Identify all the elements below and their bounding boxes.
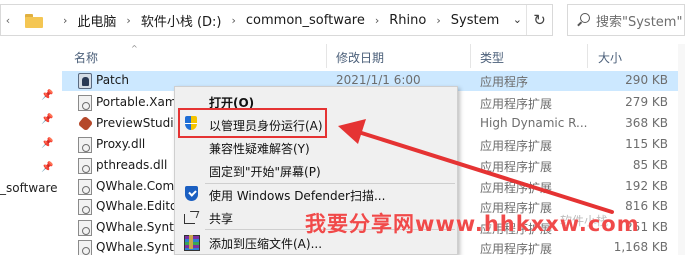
winrar-icon [183,234,200,251]
address-dropdown-icon[interactable]: ⌄ [513,13,522,26]
dll-icon [78,220,92,236]
address-bar[interactable]: ‹ › 此电脑 › 软件小栈 (D:) › common_software › … [0,4,553,36]
menu-item-defender-scan[interactable]: 使用 Windows Defender扫描... [175,183,457,205]
chevron-right-icon[interactable]: › [232,14,236,27]
file-type: 应用程序扩展 [480,160,553,174]
chevron-right-icon[interactable]: › [375,14,379,27]
file-name: QWhale.Edito [96,199,176,213]
file-name: pthreads.dll [96,158,168,172]
search-input[interactable]: 搜索"System" [567,4,685,36]
file-name: QWhale.Synta [96,240,176,254]
file-type: 应用程序扩展 [480,139,553,153]
share-icon [183,209,199,225]
file-size: 279 KB [625,95,668,109]
nav-item-common-software[interactable]: _software [0,181,58,195]
refresh-icon[interactable]: ↻ [526,5,552,35]
sort-caret-icon: ^ [131,44,138,53]
column-divider[interactable] [326,44,327,68]
pin-icon[interactable]: 📌 [41,90,53,102]
breadcrumb-item-common-software[interactable]: common_software [246,13,365,28]
file-size: 290 KB [625,73,668,87]
chevron-right-icon[interactable]: › [126,14,130,27]
file-size: 1,168 KB [613,240,668,254]
preview-studio-icon [78,116,92,132]
dll-icon [78,137,92,153]
menu-item-pin-to-start[interactable]: 固定到"开始"屏幕(P) [175,159,457,181]
file-name: PreviewStudio [96,116,176,130]
breadcrumb: › 此电脑 › 软件小栈 (D:) › common_software › Rh… [53,11,499,30]
column-date[interactable]: 修改日期 [336,49,384,66]
menu-item-compat-troubleshoot[interactable]: 兼容性疑难解答(Y) [175,136,457,158]
pin-icon[interactable]: 📌 [41,114,53,126]
column-header-row: ^ 名称 修改日期 类型 大小 [62,44,685,68]
column-name[interactable]: 名称 [74,49,98,66]
file-type: High Dynamic R... [480,116,588,130]
exe-icon [78,73,92,89]
file-name: QWhale.Comm [96,179,176,193]
pin-icon[interactable]: 📌 [41,162,53,174]
breadcrumb-item-system[interactable]: System [451,13,499,28]
search-placeholder: 搜索"System" [596,14,683,30]
menu-item-label: 共享 [209,212,234,226]
column-divider[interactable] [470,44,471,68]
navigation-pane: 📌 📌 📌 📌 _software [0,40,62,255]
file-type: 应用程序 [480,75,529,89]
breadcrumb-item-rhino[interactable]: Rhino [389,13,426,28]
file-size: 115 KB [625,137,668,151]
breadcrumb-item-pc[interactable]: 此电脑 [77,11,116,30]
pin-icon[interactable]: 📌 [41,138,53,150]
watermark-text: 我要分享网www.hhkxxw.com [305,212,640,236]
menu-item-label: 兼容性疑难解答(Y) [209,142,310,156]
defender-icon [183,186,199,202]
highlight-box [178,108,327,138]
file-name: Portable.Xam [96,95,176,109]
search-icon [576,13,590,27]
file-size: 368 KB [625,116,668,130]
file-date: 2021/1/1 6:00 [336,73,421,87]
column-divider[interactable] [587,44,588,68]
menu-item-label: 固定到"开始"屏幕(P) [209,165,321,179]
chevron-left-icon: ‹ [5,13,11,27]
dll-icon [78,158,92,174]
menu-item-label: 使用 Windows Defender扫描... [209,189,386,203]
dll-icon [78,240,92,255]
file-name: Patch [96,73,129,87]
file-type: 应用程序扩展 [480,242,553,255]
folder-icon [25,12,45,28]
file-name: Proxy.dll [96,137,146,151]
file-size: 192 KB [625,179,668,193]
column-type[interactable]: 类型 [480,49,504,66]
file-name: QWhale.Synta [96,220,176,234]
chevron-right-icon[interactable]: › [436,14,440,27]
breadcrumb-item-drive[interactable]: 软件小栈 (D:) [141,11,222,30]
file-type: 应用程序扩展 [480,97,553,111]
file-type: 应用程序扩展 [480,181,553,195]
dll-icon [78,179,92,195]
dll-icon [78,95,92,111]
file-size: 85 KB [632,158,668,172]
scrollbar[interactable] [678,44,685,255]
dll-icon [78,199,92,215]
chevron-right-icon: › [63,13,68,27]
column-size[interactable]: 大小 [598,49,622,66]
